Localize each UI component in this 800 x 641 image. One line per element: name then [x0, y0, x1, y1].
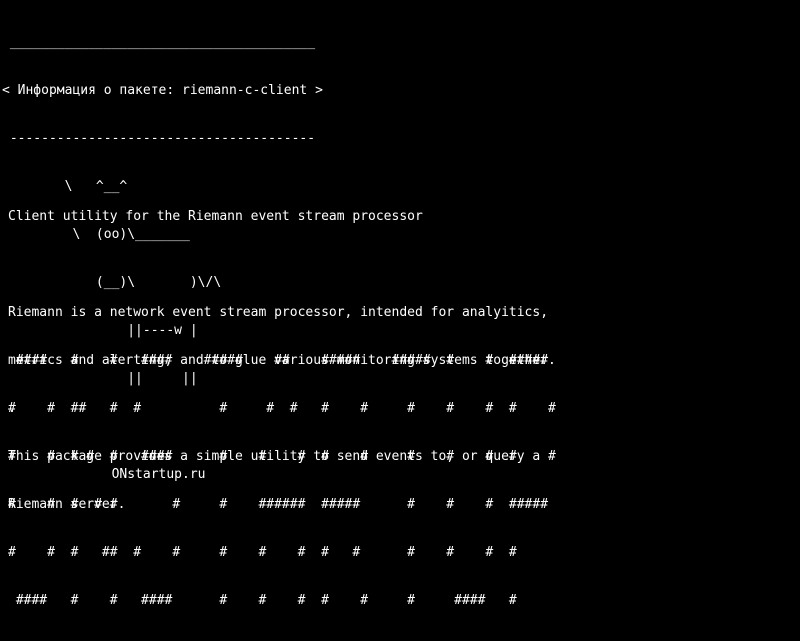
- description-summary: Client utility for the Riemann event str…: [8, 209, 423, 224]
- description-line: Riemann is a network event stream proces…: [8, 305, 549, 320]
- terminal-screen[interactable]: _______________________________________ …: [0, 0, 800, 608]
- speech-bubble-text: < Информация о пакете: riemann-c-client …: [2, 83, 323, 98]
- banner-line: #### # # #### # # # # # # #### #: [8, 593, 517, 608]
- banner-line: # # ## # # # # # # # # # # # #: [8, 401, 556, 416]
- onstartup-ascii-banner: #### # # #### ##### ## ##### ##### # # #…: [8, 321, 556, 641]
- speech-bubble-top: _______________________________________: [2, 35, 316, 50]
- banner-line: #### # # #### ##### ## ##### ##### # # #…: [8, 353, 549, 368]
- banner-line: # # # # # #### # # # # # # # # # #: [8, 449, 556, 464]
- speech-bubble-bottom: ---------------------------------------: [2, 131, 316, 146]
- banner-line: # # # ## # # # # # # # # # # #: [8, 545, 517, 560]
- banner-line: # # # # # # # ###### ##### # # # #####: [8, 497, 549, 512]
